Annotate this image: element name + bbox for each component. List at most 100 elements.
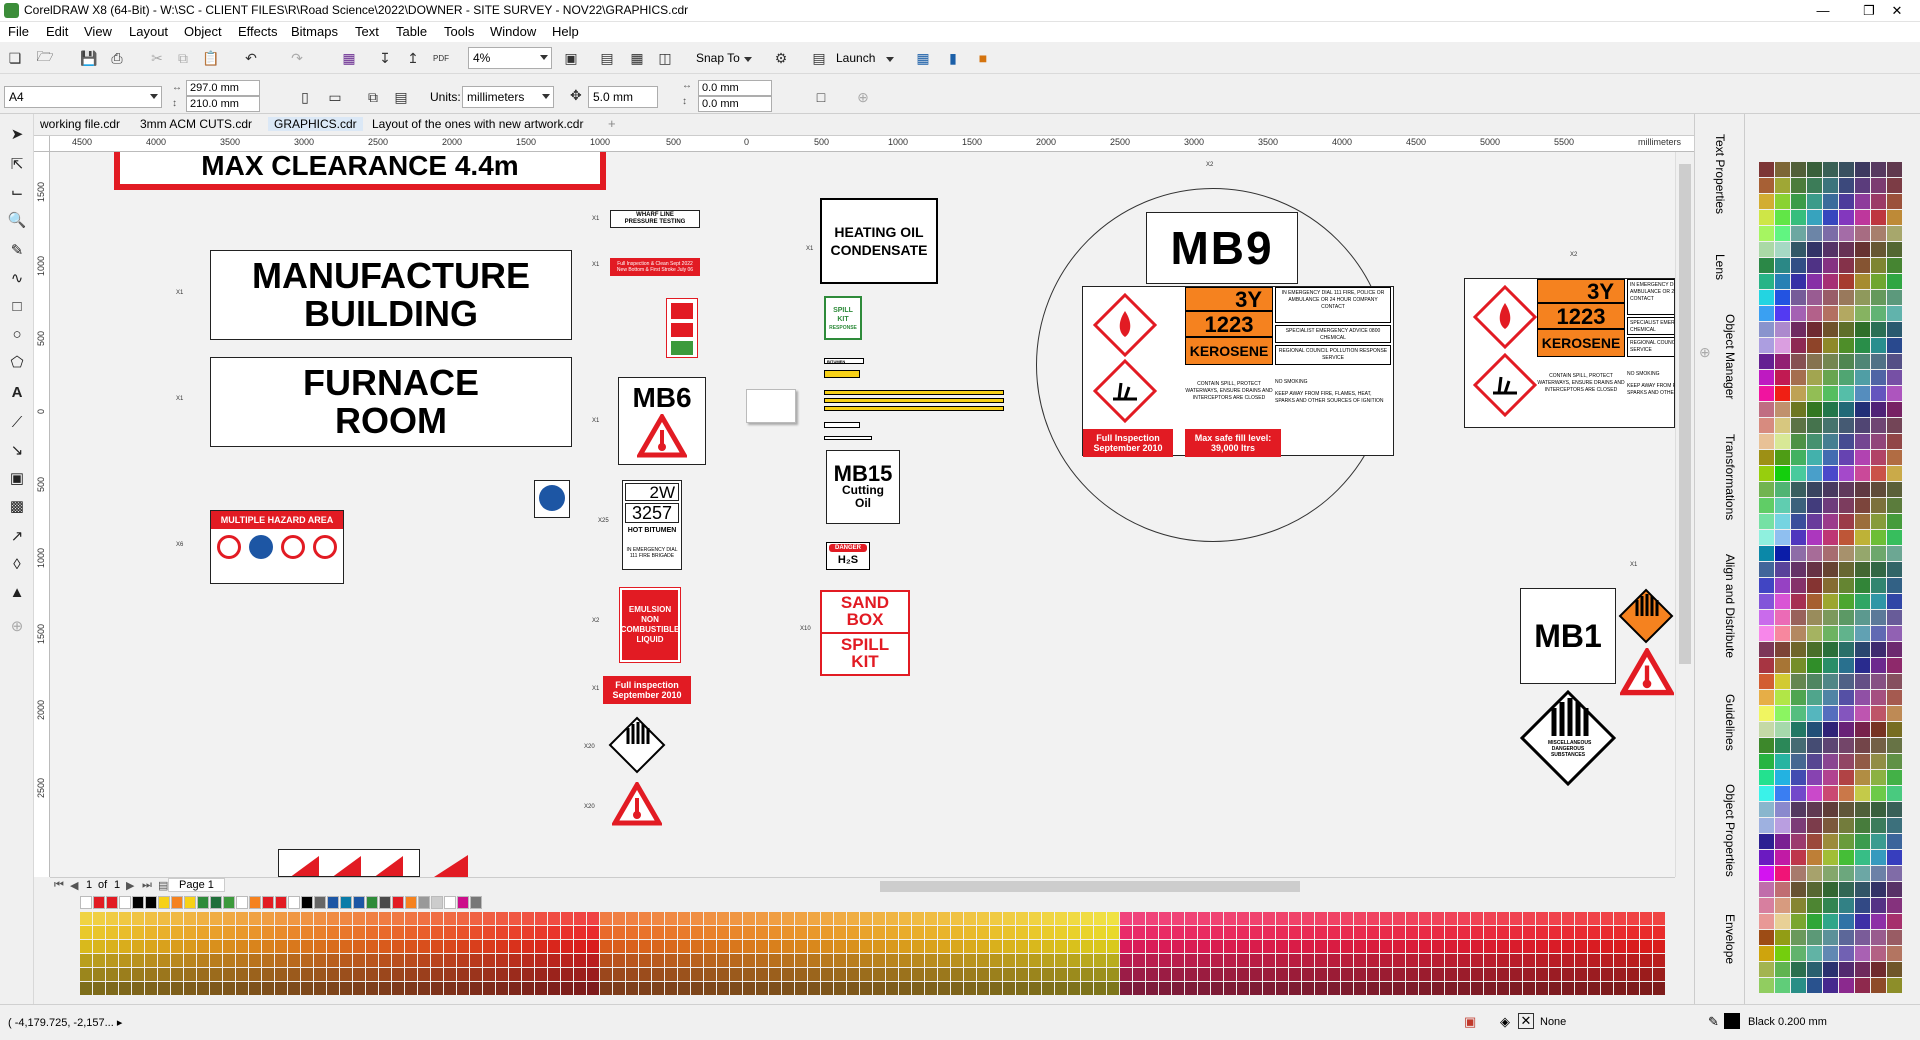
color-swatch[interactable] <box>301 982 313 995</box>
color-swatch[interactable] <box>1855 226 1870 241</box>
color-swatch[interactable] <box>1871 290 1886 305</box>
color-swatch[interactable] <box>1839 242 1854 257</box>
color-swatch[interactable] <box>1211 912 1223 925</box>
color-swatch[interactable] <box>158 912 170 925</box>
color-swatch[interactable] <box>821 912 833 925</box>
color-swatch[interactable] <box>1185 926 1197 939</box>
color-swatch[interactable] <box>1823 482 1838 497</box>
color-swatch[interactable] <box>1042 954 1054 967</box>
color-swatch[interactable] <box>730 912 742 925</box>
color-swatch[interactable] <box>223 982 235 995</box>
color-swatch[interactable] <box>1601 954 1613 967</box>
color-swatch[interactable] <box>145 968 157 981</box>
color-swatch[interactable] <box>483 982 495 995</box>
color-swatch[interactable] <box>860 940 872 953</box>
page-height-input[interactable]: 210.0 mm <box>186 96 260 112</box>
color-swatch[interactable] <box>1887 770 1902 785</box>
color-swatch[interactable] <box>1871 386 1886 401</box>
color-swatch[interactable] <box>1791 498 1806 513</box>
color-swatch[interactable] <box>990 926 1002 939</box>
color-swatch[interactable] <box>1068 940 1080 953</box>
color-swatch[interactable] <box>106 926 118 939</box>
color-swatch[interactable] <box>1839 354 1854 369</box>
color-swatch[interactable] <box>1549 982 1561 995</box>
color-swatch[interactable] <box>1432 912 1444 925</box>
color-swatch[interactable] <box>1759 226 1774 241</box>
color-swatch[interactable] <box>1653 968 1665 981</box>
launch-icon[interactable]: ▤ <box>808 47 830 69</box>
crop-tool-icon[interactable]: ⌙ <box>5 180 29 204</box>
color-swatch[interactable] <box>1759 962 1774 977</box>
new-document-icon[interactable]: ❏ <box>4 47 26 69</box>
color-swatch[interactable] <box>1887 866 1902 881</box>
color-swatch[interactable] <box>1871 210 1886 225</box>
duplicate-y-input[interactable]: 0.0 mm <box>698 96 772 112</box>
max-clearance-sign[interactable]: MAX CLEARANCE 4.4m <box>114 152 606 190</box>
color-swatch[interactable] <box>1855 914 1870 929</box>
color-swatch[interactable] <box>1823 754 1838 769</box>
duplicate-x-input[interactable]: 0.0 mm <box>698 80 772 96</box>
color-swatch[interactable] <box>119 926 131 939</box>
color-swatch[interactable] <box>314 926 326 939</box>
color-swatch[interactable] <box>470 912 482 925</box>
color-swatch[interactable] <box>1263 912 1275 925</box>
color-swatch[interactable] <box>1759 322 1774 337</box>
color-swatch[interactable] <box>1871 754 1886 769</box>
color-swatch[interactable] <box>1302 968 1314 981</box>
color-swatch[interactable] <box>1055 968 1067 981</box>
color-swatch[interactable] <box>1791 642 1806 657</box>
color-swatch[interactable] <box>1855 978 1870 993</box>
color-swatch[interactable] <box>1807 946 1822 961</box>
color-swatch[interactable] <box>1575 954 1587 967</box>
color-swatch[interactable] <box>600 982 612 995</box>
color-swatch[interactable] <box>1871 930 1886 945</box>
color-swatch[interactable] <box>899 940 911 953</box>
color-swatch[interactable] <box>1380 926 1392 939</box>
color-swatch[interactable] <box>80 954 92 967</box>
color-swatch[interactable] <box>1791 274 1806 289</box>
color-swatch[interactable] <box>1315 982 1327 995</box>
open-icon[interactable]: 🗁 <box>34 47 56 69</box>
color-swatch[interactable] <box>1536 912 1548 925</box>
color-swatch[interactable] <box>275 982 287 995</box>
color-swatch[interactable] <box>1640 968 1652 981</box>
multiple-hazard-sign[interactable]: MULTIPLE HAZARD AREA <box>210 510 344 584</box>
color-swatch[interactable] <box>1393 940 1405 953</box>
color-swatch[interactable] <box>1887 242 1902 257</box>
color-swatch[interactable] <box>548 912 560 925</box>
color-swatch[interactable] <box>1185 954 1197 967</box>
color-swatch[interactable] <box>1887 402 1902 417</box>
color-swatch[interactable] <box>1839 514 1854 529</box>
color-swatch[interactable] <box>1807 210 1822 225</box>
color-swatch[interactable] <box>1839 978 1854 993</box>
color-swatch[interactable] <box>1839 834 1854 849</box>
color-swatch[interactable] <box>1016 926 1028 939</box>
color-swatch[interactable] <box>678 954 690 967</box>
color-swatch[interactable] <box>756 968 768 981</box>
color-swatch[interactable] <box>1497 912 1509 925</box>
color-swatch[interactable] <box>366 982 378 995</box>
color-swatch[interactable] <box>158 940 170 953</box>
undo-icon[interactable]: ↶ <box>240 47 262 69</box>
color-swatch[interactable] <box>613 940 625 953</box>
color-swatch[interactable] <box>1807 834 1822 849</box>
color-swatch[interactable] <box>1887 226 1902 241</box>
color-swatch[interactable] <box>1497 982 1509 995</box>
publish-pdf-icon[interactable]: PDF <box>430 47 452 69</box>
units-combo[interactable]: millimeters <box>462 86 554 108</box>
color-swatch[interactable] <box>782 912 794 925</box>
color-swatch[interactable] <box>1367 982 1379 995</box>
color-swatch[interactable] <box>1871 258 1886 273</box>
color-swatch[interactable] <box>1759 914 1774 929</box>
color-swatch[interactable] <box>756 926 768 939</box>
color-swatch[interactable] <box>1601 940 1613 953</box>
color-swatch[interactable] <box>574 926 586 939</box>
color-swatch[interactable] <box>457 926 469 939</box>
color-swatch[interactable] <box>899 926 911 939</box>
color-swatch[interactable] <box>1855 594 1870 609</box>
menu-edit[interactable]: Edit <box>46 24 68 39</box>
color-swatch[interactable] <box>1791 930 1806 945</box>
color-swatch[interactable] <box>119 940 131 953</box>
color-swatch[interactable] <box>1081 912 1093 925</box>
color-swatch[interactable] <box>132 940 144 953</box>
